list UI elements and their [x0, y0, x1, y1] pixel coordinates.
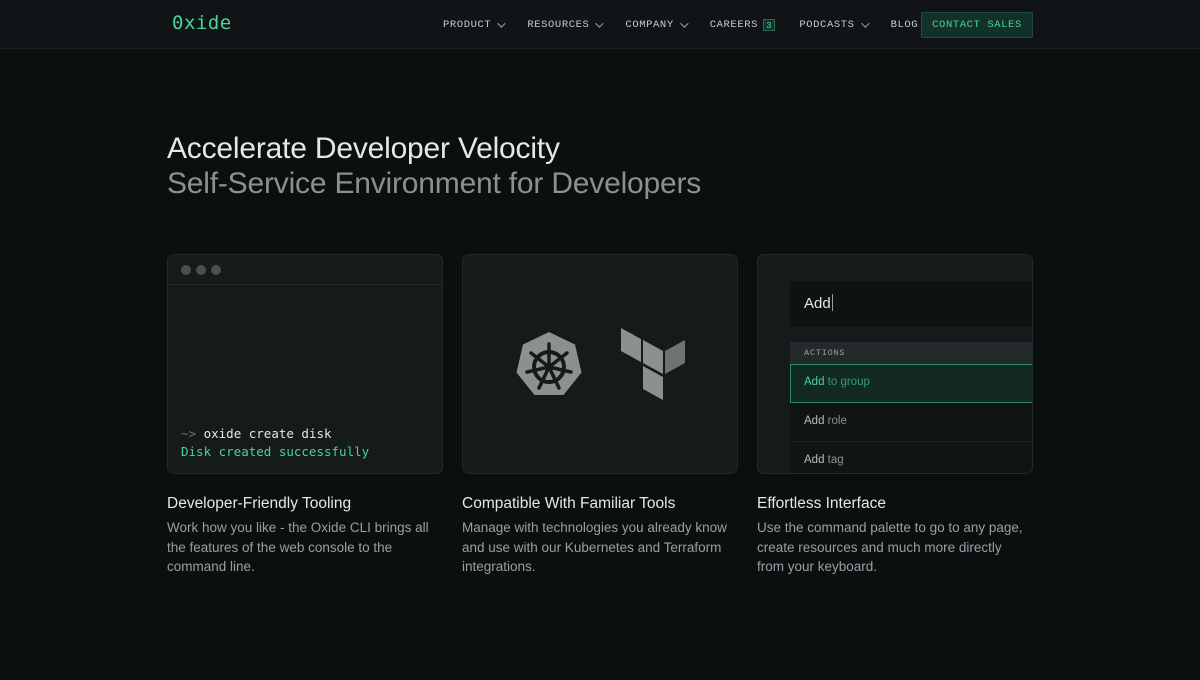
feature-title: Effortless Interface: [757, 495, 886, 512]
oxide-logo[interactable]: 0xide: [172, 12, 232, 34]
feature-description: Work how you like - the Oxide CLI brings…: [167, 520, 429, 574]
command-palette-card: Add ACTIONS Add to group Add role Add ta…: [757, 254, 1033, 474]
terminal-prompt: ~>: [181, 426, 197, 441]
text-caret: [831, 294, 833, 311]
palette-item-add-tag[interactable]: Add tag: [790, 442, 1032, 473]
nav-item-blog[interactable]: BLOG: [891, 19, 919, 31]
command-palette-results: ACTIONS Add to group Add role Add tag: [790, 342, 1032, 473]
feature-title: Developer-Friendly Tooling: [167, 495, 352, 512]
terminal-output: Disk created successfully: [181, 444, 370, 459]
tools-card: [462, 254, 738, 474]
terraform-icon: [621, 328, 685, 400]
feature-description: Manage with technologies you already kno…: [462, 520, 727, 574]
terminal-card: ~> oxide create disk Disk created succes…: [167, 254, 443, 474]
palette-item-match: Add: [804, 454, 825, 466]
window-dot-icon: [181, 265, 191, 275]
feature-description: Use the command palette to go to any pag…: [757, 520, 1023, 574]
window-dot-icon: [211, 265, 221, 275]
palette-item-rest: role: [824, 415, 847, 427]
palette-item-match: Add: [804, 415, 825, 427]
palette-query: Add: [804, 295, 831, 312]
nav-item-careers[interactable]: CAREERS 3: [709, 18, 776, 31]
nav-item-resources[interactable]: RESOURCES: [527, 18, 605, 31]
terminal-command: oxide create disk: [203, 426, 332, 441]
palette-item-rest: tag: [824, 454, 844, 466]
feature-title: Compatible With Familiar Tools: [462, 495, 676, 512]
nav-item-product[interactable]: PRODUCT: [443, 18, 506, 31]
careers-count-badge: 3: [763, 18, 776, 31]
palette-item-add-to-group[interactable]: Add to group: [790, 364, 1032, 403]
palette-item-rest: to group: [824, 376, 870, 388]
window-dot-icon: [196, 265, 206, 275]
top-nav: 0xide PRODUCT RESOURCES COMPANY CAREERS …: [0, 0, 1200, 49]
nav-menu: PRODUCT RESOURCES COMPANY CAREERS 3 PODC…: [443, 0, 942, 49]
palette-item-add-role[interactable]: Add role: [790, 403, 1032, 442]
chevron-down-icon: [679, 18, 689, 28]
contact-sales-button[interactable]: CONTACT SALES: [921, 12, 1033, 38]
nav-item-label: CAREERS: [709, 18, 759, 31]
nav-item-label: PRODUCT: [443, 18, 492, 31]
page-subtitle: Self-Service Environment for Developers: [167, 167, 702, 200]
terminal-command-line: ~> oxide create disk: [181, 426, 332, 441]
command-palette-input[interactable]: Add: [790, 281, 1032, 327]
nav-item-company[interactable]: COMPANY: [625, 18, 689, 31]
palette-section-header: ACTIONS: [790, 342, 1032, 364]
nav-item-label: COMPANY: [625, 18, 674, 31]
nav-item-label: RESOURCES: [527, 18, 590, 31]
nav-item-label: PODCASTS: [799, 18, 855, 31]
chevron-down-icon: [497, 18, 506, 28]
palette-item-match: Add: [804, 376, 825, 388]
terminal-titlebar: [168, 255, 442, 285]
kubernetes-icon: [516, 332, 582, 395]
page-title: Accelerate Developer Velocity: [167, 132, 560, 165]
chevron-down-icon: [595, 18, 605, 28]
nav-item-podcasts[interactable]: PODCASTS: [799, 18, 870, 31]
nav-item-label: BLOG: [890, 18, 919, 31]
chevron-down-icon: [860, 18, 870, 28]
